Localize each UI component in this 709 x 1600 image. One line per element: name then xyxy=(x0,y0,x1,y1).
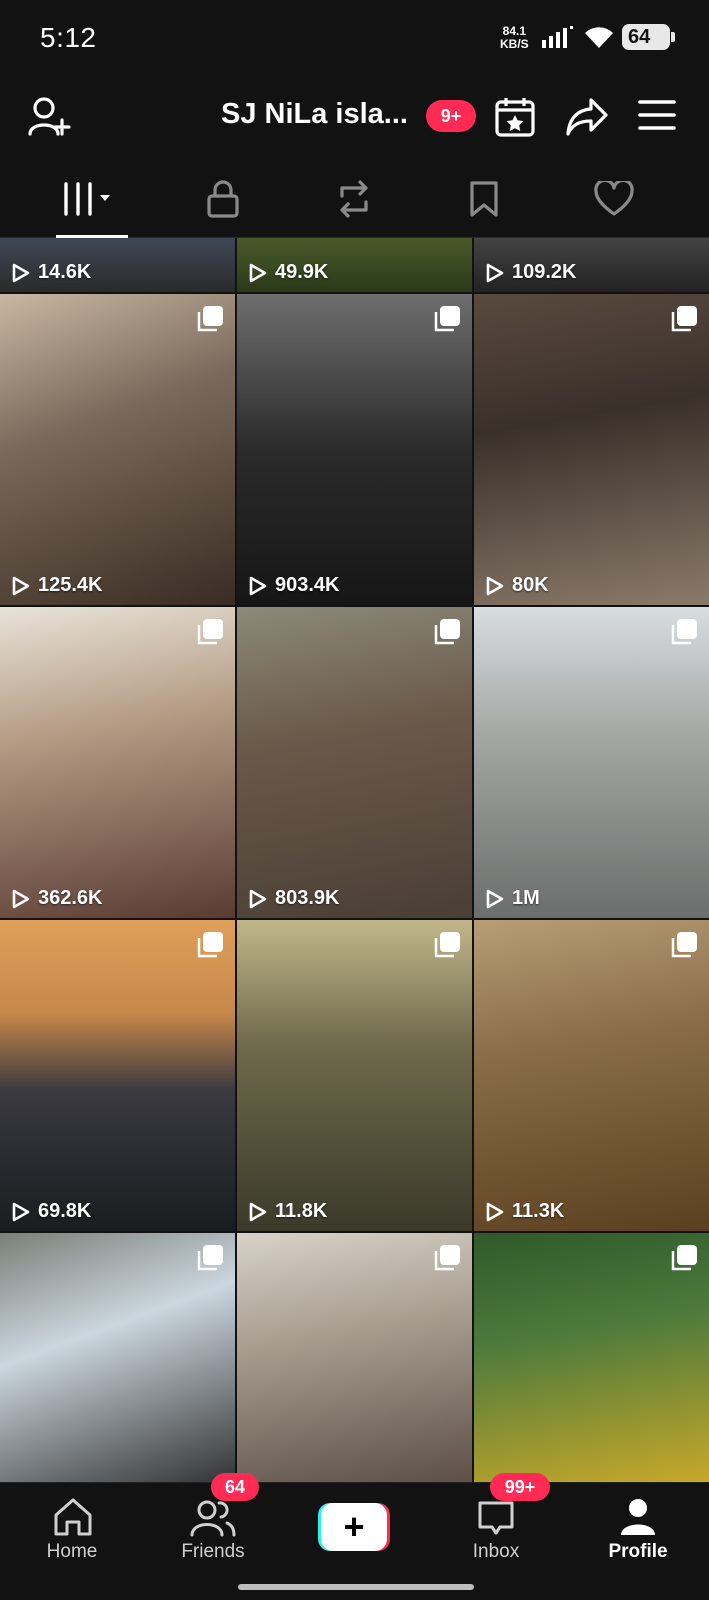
video-tile[interactable]: 11.3K xyxy=(474,920,709,1231)
video-tile[interactable]: 362.6K xyxy=(0,607,235,918)
network-speed: 84.1 KB/S xyxy=(500,24,529,51)
view-count: 803.9K xyxy=(249,887,340,910)
wifi-icon xyxy=(585,27,613,48)
video-tile[interactable]: 125.4K xyxy=(0,294,235,605)
multi-photo-icon xyxy=(434,1245,460,1271)
home-indicator[interactable] xyxy=(238,1584,474,1590)
play-icon xyxy=(486,889,504,908)
repost-icon xyxy=(340,180,368,218)
view-count: 14.6K xyxy=(12,261,91,284)
bottom-nav: Home 64 Friends + 99+ Inbox Profile xyxy=(0,1473,709,1600)
video-tile[interactable]: 1M xyxy=(474,607,709,918)
nav-inbox-label: Inbox xyxy=(472,1541,520,1562)
multi-photo-icon xyxy=(197,306,223,332)
video-tile[interactable]: 49.9K xyxy=(237,238,472,292)
status-bar: 5:12 84.1 KB/S 64 xyxy=(0,0,709,80)
profile-tabs xyxy=(0,160,709,238)
multi-photo-icon xyxy=(434,619,460,645)
view-count: 80K xyxy=(486,574,549,597)
video-tile[interactable] xyxy=(474,1233,709,1482)
create-button[interactable]: + xyxy=(318,1503,390,1551)
play-icon xyxy=(249,889,267,908)
friends-badge: 64 xyxy=(211,1473,259,1501)
video-tile[interactable]: 14.6K xyxy=(0,238,235,292)
play-icon xyxy=(249,576,267,595)
nav-friends-label: Friends xyxy=(181,1541,245,1562)
multi-photo-icon xyxy=(434,306,460,332)
play-icon xyxy=(12,576,30,595)
bookmark-icon xyxy=(470,181,498,217)
view-count: 69.8K xyxy=(12,1200,91,1223)
signal-icon xyxy=(542,26,573,48)
multi-photo-icon xyxy=(197,619,223,645)
view-count: 109.2K xyxy=(486,261,577,284)
status-time: 5:12 xyxy=(40,22,97,53)
tab-reposts[interactable] xyxy=(324,174,384,224)
multi-photo-icon xyxy=(671,1245,697,1271)
plus-icon: + xyxy=(321,1503,387,1551)
view-count: 11.8K xyxy=(249,1200,327,1223)
view-count: 1M xyxy=(486,887,540,910)
home-icon xyxy=(54,1498,92,1536)
heart-icon xyxy=(594,181,634,216)
multi-photo-icon xyxy=(197,1245,223,1271)
play-icon xyxy=(12,889,30,908)
video-grid: 14.6K 49.9K 109.2K 125.4K 903.4K 80K 362… xyxy=(0,238,709,1482)
lock-icon xyxy=(207,180,239,218)
view-count: 11.3K xyxy=(486,1200,564,1223)
view-count: 903.4K xyxy=(249,574,340,597)
add-user-icon[interactable] xyxy=(26,94,72,140)
video-tile[interactable]: 11.8K xyxy=(237,920,472,1231)
profile-icon xyxy=(621,1499,655,1535)
nav-profile-label: Profile xyxy=(608,1541,668,1562)
share-icon[interactable] xyxy=(565,97,609,137)
video-tile[interactable] xyxy=(0,1233,235,1482)
tab-private[interactable] xyxy=(193,174,253,224)
inbox-badge: 99+ xyxy=(490,1473,550,1501)
multi-photo-icon xyxy=(671,932,697,958)
multi-photo-icon xyxy=(434,932,460,958)
view-count: 362.6K xyxy=(12,887,103,910)
play-icon xyxy=(486,263,504,282)
nav-home-label: Home xyxy=(46,1541,98,1562)
tab-favorites[interactable] xyxy=(454,174,514,224)
play-icon xyxy=(249,263,267,282)
play-icon xyxy=(249,1202,267,1221)
video-tile[interactable]: 69.8K xyxy=(0,920,235,1231)
multi-photo-icon xyxy=(671,306,697,332)
video-tile[interactable]: 80K xyxy=(474,294,709,605)
battery-indicator: 64 xyxy=(622,24,675,50)
play-icon xyxy=(12,1202,30,1221)
view-count: 125.4K xyxy=(12,574,103,597)
view-count: 49.9K xyxy=(249,261,328,284)
profile-header: SJ NiLa isla... 9+ xyxy=(0,80,709,160)
calendar-star-icon[interactable] xyxy=(494,96,536,138)
play-icon xyxy=(12,263,30,282)
menu-icon[interactable] xyxy=(638,98,676,132)
multi-photo-icon xyxy=(197,932,223,958)
video-tile[interactable]: 109.2K xyxy=(474,238,709,292)
inbox-icon xyxy=(478,1501,514,1535)
multi-photo-icon xyxy=(671,619,697,645)
play-icon xyxy=(486,576,504,595)
tab-liked[interactable] xyxy=(584,174,644,224)
tab-videos[interactable] xyxy=(56,174,128,238)
play-icon xyxy=(486,1202,504,1221)
video-tile[interactable]: 903.4K xyxy=(237,294,472,605)
grid-filter-icon xyxy=(63,182,110,216)
video-tile[interactable]: 803.9K xyxy=(237,607,472,918)
video-tile[interactable] xyxy=(237,1233,472,1482)
friends-icon xyxy=(190,1500,236,1537)
profile-name[interactable]: SJ NiLa isla... xyxy=(221,98,408,131)
notification-badge[interactable]: 9+ xyxy=(426,100,476,132)
